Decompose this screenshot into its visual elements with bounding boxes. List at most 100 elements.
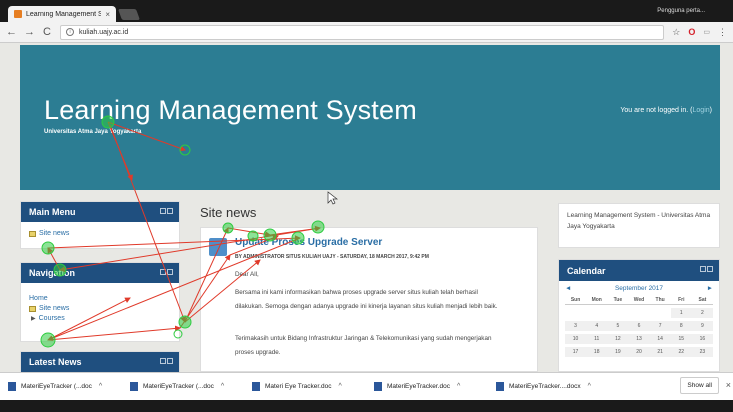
download-item[interactable]: MateriEyeTracker.doc ^ <box>374 382 496 391</box>
calendar-day[interactable]: 4 <box>586 321 608 331</box>
download-filename: MateriEyeTracker....docx <box>509 383 581 390</box>
calendar-day[interactable]: 8 <box>670 321 692 331</box>
new-tab-button[interactable] <box>117 9 141 20</box>
download-filename: Materi Eye Tracker.doc <box>265 383 332 390</box>
nav-site-news-link[interactable]: Site news <box>39 305 69 312</box>
download-options-icon[interactable]: ^ <box>99 383 102 390</box>
back-button[interactable]: ← <box>6 26 17 38</box>
calendar-day[interactable]: 18 <box>586 347 608 357</box>
post-paragraph-1-line-2: dilakukan. Semoga dengan adanya upgrade … <box>235 303 498 310</box>
word-file-icon <box>252 382 260 391</box>
block-controls[interactable] <box>160 358 173 364</box>
block-controls[interactable] <box>700 266 713 272</box>
calendar-day-header: Mon <box>586 295 608 305</box>
download-filename: MateriEyeTracker (...doc <box>143 383 214 390</box>
calendar-prev-icon[interactable]: ◄ <box>565 285 571 292</box>
download-options-icon[interactable]: ^ <box>457 383 460 390</box>
download-item[interactable]: MateriEyeTracker (...doc ^ <box>8 382 130 391</box>
login-text: You are not logged in. ( <box>620 107 693 114</box>
calendar-day[interactable]: 11 <box>586 334 608 344</box>
browser-menu-icon[interactable]: ⋮ <box>718 27 727 38</box>
calendar-day[interactable]: 5 <box>607 321 629 331</box>
browser-tab[interactable]: Learning Management S × <box>8 6 116 22</box>
calendar-day[interactable]: 10 <box>565 334 587 344</box>
calendar-day[interactable]: 23 <box>691 347 713 357</box>
main-menu-site-news-link[interactable]: Site news <box>39 230 69 237</box>
news-post: Update Proses Upgrade Server BY ADMINIST… <box>200 227 538 372</box>
calendar-month[interactable]: September 2017 <box>615 285 663 292</box>
calendar-day[interactable]: 9 <box>691 321 713 331</box>
calendar-day-header: Fri <box>670 295 692 305</box>
login-link[interactable]: Login <box>693 107 710 114</box>
post-paragraph-2-line-2: proses upgrade. <box>235 349 281 356</box>
login-info: You are not logged in. (Login) <box>620 107 712 114</box>
expand-triangle-icon[interactable]: ▶ <box>31 315 36 322</box>
post-title[interactable]: Update Proses Upgrade Server <box>235 237 382 248</box>
calendar-day-header: Sun <box>565 295 587 305</box>
latest-news-block: Latest News <box>20 351 180 372</box>
about-block: Learning Management System - Universitas… <box>558 203 720 248</box>
calendar-day[interactable]: 2 <box>691 308 713 318</box>
site-news-heading: Site news <box>200 205 257 220</box>
reload-button[interactable]: C <box>42 26 52 38</box>
tab-title: Learning Management S <box>26 10 102 18</box>
calendar-day-header: Tue <box>607 295 629 305</box>
close-download-bar-icon[interactable]: × <box>726 380 731 390</box>
site-banner: Learning Management System Universitas A… <box>20 45 720 190</box>
show-all-button[interactable]: Show all <box>680 377 719 394</box>
calendar-day[interactable]: 6 <box>628 321 650 331</box>
calendar-day-header: Thu <box>649 295 671 305</box>
news-icon <box>29 230 36 237</box>
calendar-day <box>650 308 671 318</box>
site-title: Learning Management System <box>44 95 417 125</box>
calendar-day[interactable]: 3 <box>565 321 587 331</box>
calendar-day[interactable]: 7 <box>649 321 671 331</box>
calendar-day-header: Wed <box>628 295 650 305</box>
tab-close-icon[interactable]: × <box>105 10 110 19</box>
calendar-day[interactable]: 19 <box>607 347 629 357</box>
extensions-icon[interactable]: ▭ <box>703 28 710 36</box>
calendar-day[interactable]: 14 <box>649 334 671 344</box>
post-meta: BY ADMINISTRATOR SITUS KULIAH UAJY - SAT… <box>235 254 429 260</box>
download-options-icon[interactable]: ^ <box>221 383 224 390</box>
calendar-day-header: Sat <box>691 295 713 305</box>
block-controls[interactable] <box>160 208 173 214</box>
download-bar: MateriEyeTracker (...doc ^ MateriEyeTrac… <box>0 372 733 400</box>
login-text-end: ) <box>709 107 712 114</box>
calendar-day[interactable]: 15 <box>670 334 692 344</box>
news-icon <box>29 305 36 312</box>
forward-button[interactable]: → <box>24 26 35 38</box>
bookmark-star-icon[interactable]: ☆ <box>672 27 680 38</box>
user-profile-label[interactable]: Pengguna perta... <box>657 8 705 14</box>
block-controls[interactable] <box>160 269 173 275</box>
nav-courses-link[interactable]: Courses <box>39 315 65 322</box>
address-bar[interactable]: i kuliah.uajy.ac.id <box>60 24 665 40</box>
latest-news-title: Latest News <box>29 357 82 367</box>
post-paragraph-1-line-1: Bersama ini kami informasikan bahwa pros… <box>235 289 478 296</box>
calendar-day[interactable]: 22 <box>670 347 692 357</box>
calendar-day[interactable]: 1 <box>670 308 692 318</box>
calendar-day[interactable]: 20 <box>628 347 650 357</box>
download-item[interactable]: Materi Eye Tracker.doc ^ <box>252 382 374 391</box>
word-file-icon <box>130 382 138 391</box>
calendar-day[interactable]: 17 <box>565 347 587 357</box>
nav-site-news[interactable]: Site news <box>29 305 171 312</box>
main-menu-block: Main Menu Site news <box>20 201 180 249</box>
calendar-day[interactable]: 16 <box>691 334 713 344</box>
nav-home-link[interactable]: Home <box>29 295 171 302</box>
download-item[interactable]: MateriEyeTracker....docx ^ <box>496 382 618 391</box>
download-options-icon[interactable]: ^ <box>338 383 341 390</box>
download-options-icon[interactable]: ^ <box>588 383 591 390</box>
nav-courses[interactable]: ▶ Courses <box>29 315 171 322</box>
main-menu-item[interactable]: Site news <box>21 222 179 245</box>
calendar-next-icon[interactable]: ► <box>707 285 713 292</box>
opera-extension-icon[interactable]: O <box>688 27 695 37</box>
word-file-icon <box>8 382 16 391</box>
calendar-day[interactable]: 12 <box>607 334 629 344</box>
navigation-block: Navigation Home Site news ▶ Courses <box>20 262 180 342</box>
calendar-day[interactable]: 13 <box>628 334 650 344</box>
download-item[interactable]: MateriEyeTracker (...doc ^ <box>130 382 252 391</box>
calendar-day <box>565 308 586 318</box>
calendar-day[interactable]: 21 <box>649 347 671 357</box>
site-info-icon[interactable]: i <box>66 28 74 36</box>
